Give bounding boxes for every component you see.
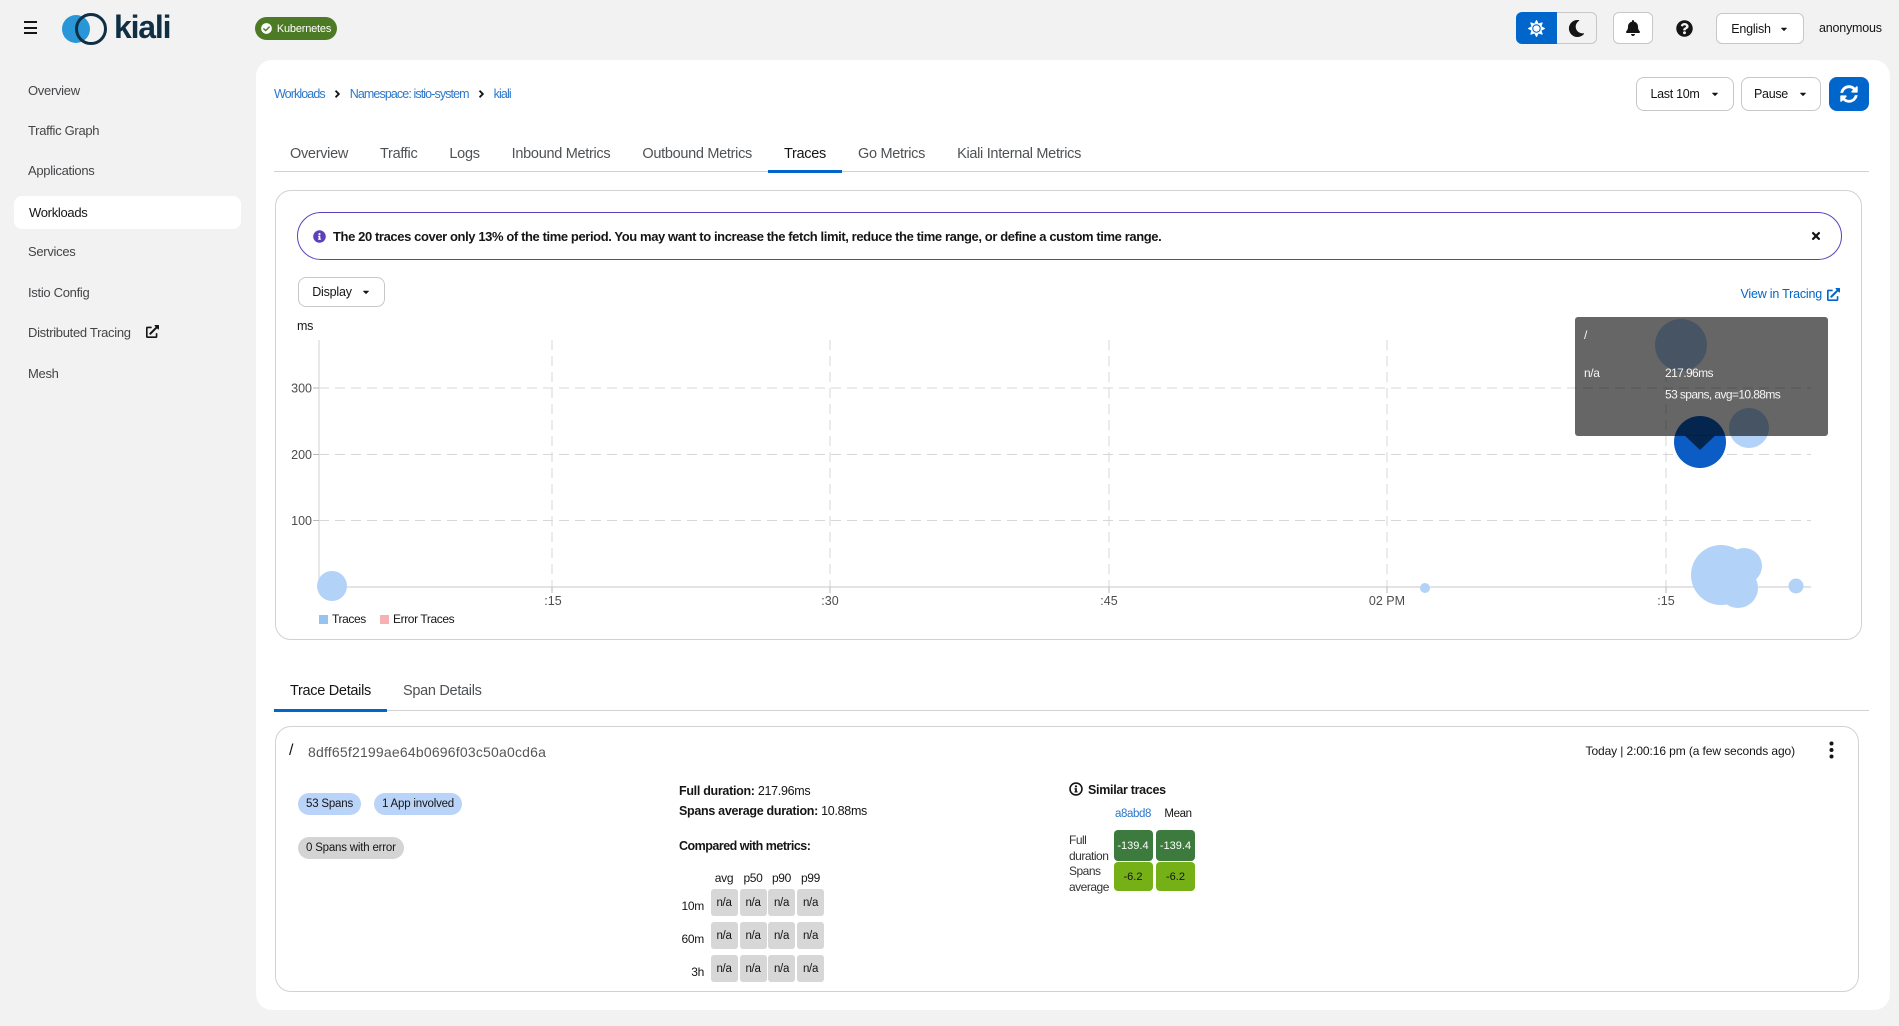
svg-text::30: :30 — [821, 594, 838, 608]
svg-text:Error Traces: Error Traces — [393, 612, 455, 626]
svg-text:100: 100 — [291, 514, 312, 528]
svg-text:n/a: n/a — [1584, 366, 1600, 380]
svg-text:300: 300 — [291, 382, 312, 396]
svg-text::15: :15 — [1657, 594, 1674, 608]
svg-text:217.96ms: 217.96ms — [1665, 366, 1713, 380]
svg-text:53 spans, avg=10.88ms: 53 spans, avg=10.88ms — [1665, 388, 1781, 402]
svg-text:02 PM: 02 PM — [1369, 594, 1405, 608]
svg-text::45: :45 — [1100, 594, 1117, 608]
svg-text:Traces: Traces — [332, 612, 366, 626]
svg-text::15: :15 — [544, 594, 561, 608]
svg-text:200: 200 — [291, 448, 312, 462]
svg-text:ms: ms — [297, 319, 313, 333]
